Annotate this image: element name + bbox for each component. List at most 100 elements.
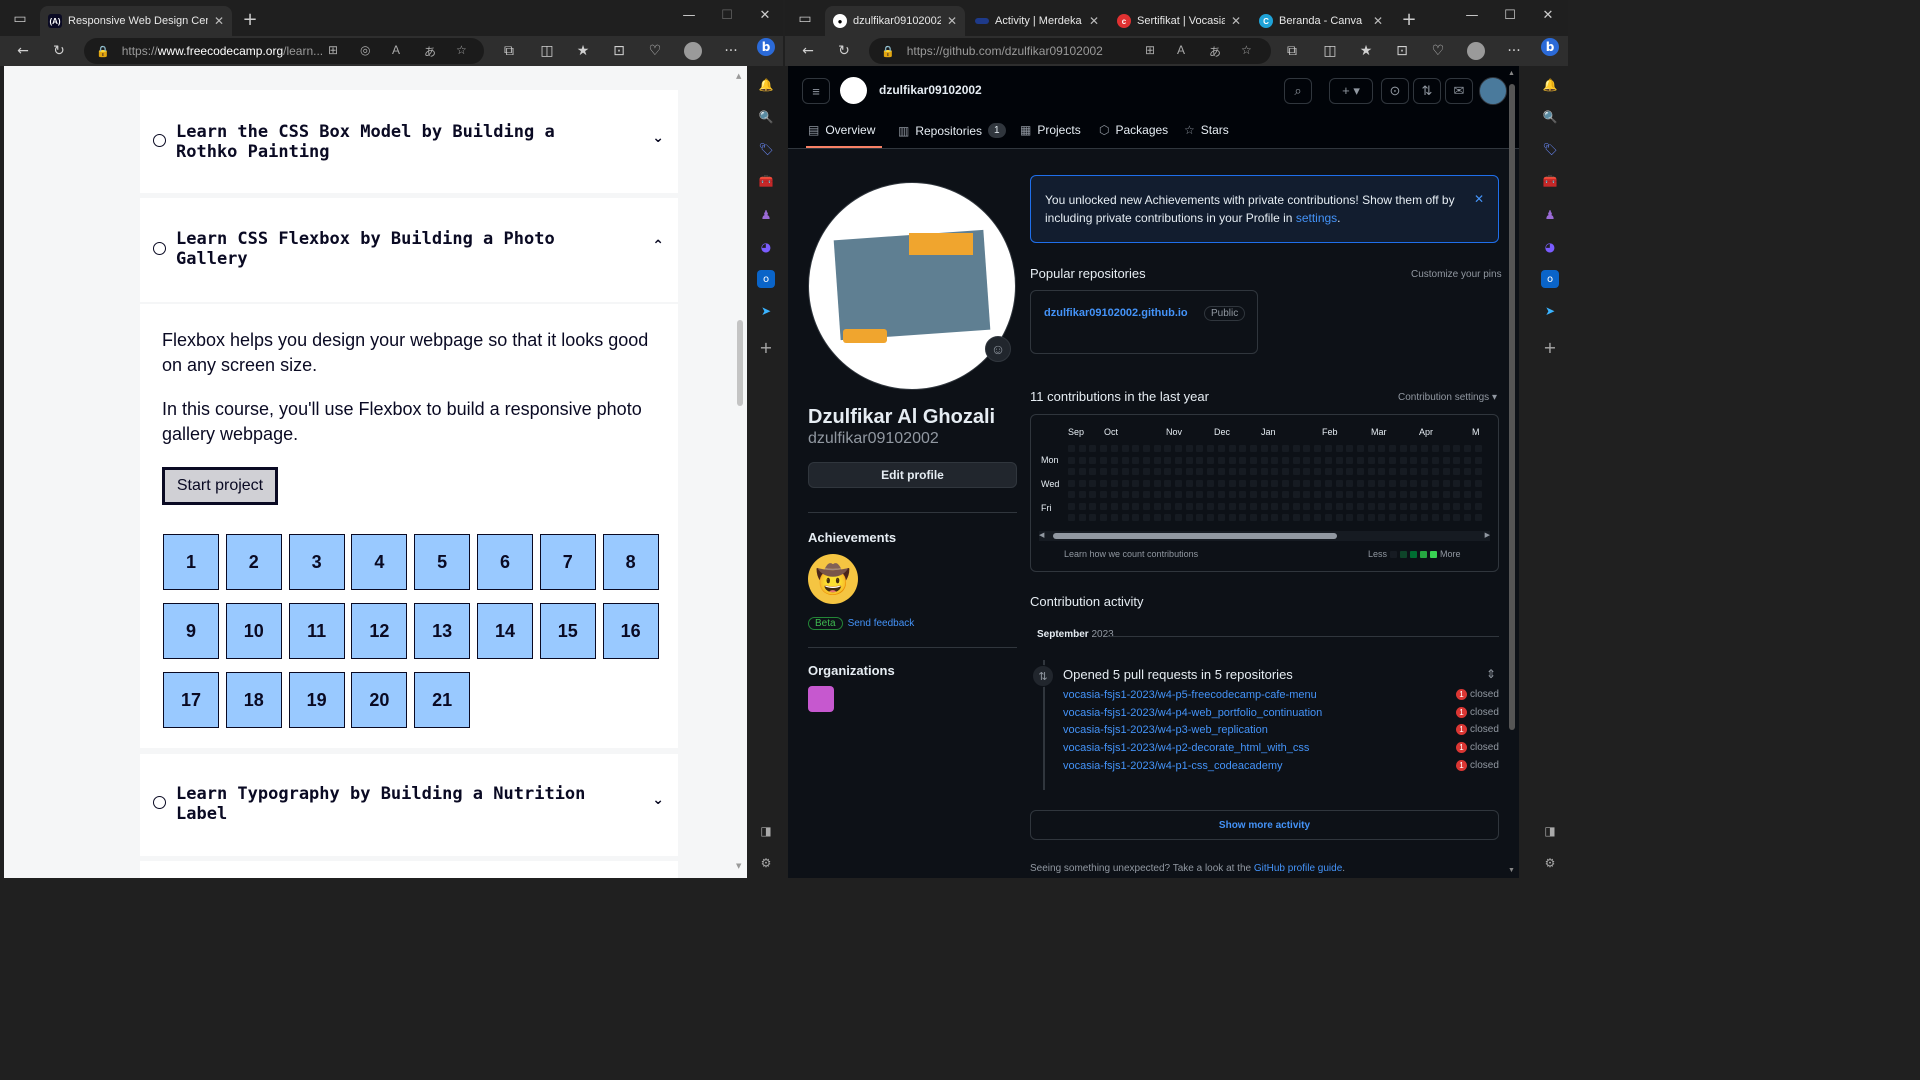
- contribution-cell[interactable]: [1100, 479, 1108, 487]
- contribution-cell[interactable]: [1292, 445, 1300, 452]
- contribution-cell[interactable]: [1249, 468, 1257, 475]
- contribution-cell[interactable]: [1175, 491, 1182, 498]
- contribution-cell[interactable]: [1367, 491, 1375, 498]
- more-menu-icon[interactable]: ···: [718, 39, 744, 63]
- contribution-cell[interactable]: [1335, 479, 1343, 487]
- contribution-cell[interactable]: [1303, 468, 1311, 475]
- split-screen-icon[interactable]: ◫: [534, 39, 560, 63]
- add-sidebar-app-icon[interactable]: +: [1541, 338, 1559, 357]
- contribution-cell[interactable]: [1164, 468, 1172, 475]
- address-bar[interactable]: 🔒 https://github.com/dzulfikar09102002 ⊞…: [869, 38, 1271, 64]
- contribution-cell[interactable]: [1110, 479, 1118, 487]
- contribution-cell[interactable]: [1292, 491, 1300, 498]
- contribution-cell[interactable]: [1335, 456, 1343, 464]
- contribution-cell[interactable]: [1314, 479, 1322, 487]
- contribution-cell[interactable]: [1110, 445, 1118, 452]
- contribution-cell[interactable]: [1303, 491, 1311, 498]
- contribution-cell[interactable]: [1421, 479, 1429, 487]
- tab-repositories[interactable]: ▥ Repositories 1: [898, 123, 1006, 138]
- read-aloud-icon[interactable]: A: [1177, 43, 1185, 57]
- contribution-cell[interactable]: [1442, 456, 1450, 464]
- contribution-cell[interactable]: [1249, 479, 1257, 487]
- contribution-cell[interactable]: [1314, 468, 1322, 475]
- contribution-cell[interactable]: [1431, 479, 1439, 487]
- contribution-cell[interactable]: [1078, 445, 1086, 452]
- notification-bell-icon[interactable]: 🔔: [757, 76, 775, 94]
- contribution-cell[interactable]: [1260, 456, 1268, 464]
- pull-request-repo-link[interactable]: vocasia-fsjs1-2023/w4-p1-css_codeacademy: [1063, 760, 1283, 772]
- contribution-cell[interactable]: [1068, 502, 1075, 510]
- contribution-cell[interactable]: [1142, 514, 1150, 521]
- contribution-cell[interactable]: [1292, 502, 1300, 510]
- scrollbar-thumb[interactable]: [1509, 84, 1515, 730]
- contribution-cell[interactable]: [1356, 502, 1364, 510]
- section-title[interactable]: Learn the CSS Box Model by Building a Ro…: [176, 122, 678, 162]
- contribution-cell[interactable]: [1421, 514, 1429, 521]
- step-button[interactable]: 3: [288, 534, 345, 590]
- contribution-cell[interactable]: [1207, 479, 1215, 487]
- contribution-cell[interactable]: [1292, 468, 1300, 475]
- contribution-cell[interactable]: [1132, 479, 1140, 487]
- contribution-cell[interactable]: [1303, 445, 1311, 452]
- contribution-cell[interactable]: [1207, 445, 1215, 452]
- tab-github[interactable]: ● dzulfikar09102002 (D ✕: [825, 6, 965, 36]
- contribution-cell[interactable]: [1292, 479, 1300, 487]
- contribution-cell[interactable]: [1335, 502, 1343, 510]
- browser-essentials-icon[interactable]: ♡: [1425, 39, 1451, 63]
- contribution-cell[interactable]: [1078, 502, 1086, 510]
- contribution-cell[interactable]: [1367, 479, 1375, 487]
- browser-essentials-icon[interactable]: ♡: [642, 39, 668, 63]
- step-button[interactable]: 1: [163, 534, 219, 590]
- hamburger-menu-icon[interactable]: ≡: [802, 78, 830, 104]
- contribution-cell[interactable]: [1431, 456, 1439, 464]
- contribution-cell[interactable]: [1068, 468, 1075, 475]
- contribution-cell[interactable]: [1431, 502, 1439, 510]
- organization-avatar[interactable]: [808, 686, 834, 712]
- contribution-cell[interactable]: [1175, 445, 1182, 452]
- contribution-cell[interactable]: [1314, 491, 1322, 498]
- contribution-cell[interactable]: [1474, 445, 1482, 452]
- contribution-cell[interactable]: [1100, 514, 1108, 521]
- contribution-cell[interactable]: [1185, 514, 1193, 521]
- contribution-cell[interactable]: [1346, 456, 1354, 464]
- games-icon[interactable]: ♟: [1541, 206, 1559, 224]
- contribution-cell[interactable]: [1463, 445, 1471, 452]
- contribution-cell[interactable]: [1399, 514, 1407, 521]
- step-button[interactable]: 6: [477, 534, 533, 590]
- contribution-cell[interactable]: [1249, 445, 1257, 452]
- scrollbar-thumb[interactable]: [737, 320, 743, 406]
- contribution-cell[interactable]: [1207, 456, 1215, 464]
- contribution-settings-dropdown[interactable]: Contribution settings ▾: [1398, 392, 1497, 403]
- collapse-icon[interactable]: ⇕: [1486, 667, 1496, 681]
- contribution-cell[interactable]: [1260, 491, 1268, 498]
- contribution-cell[interactable]: [1068, 479, 1075, 487]
- contribution-cell[interactable]: [1078, 479, 1086, 487]
- contribution-cell[interactable]: [1110, 456, 1118, 464]
- step-button[interactable]: 18: [225, 672, 282, 728]
- contribution-cell[interactable]: [1314, 445, 1322, 452]
- contribution-cell[interactable]: [1228, 468, 1236, 475]
- minimize-icon[interactable]: —: [674, 8, 704, 23]
- contribution-cell[interactable]: [1142, 491, 1150, 498]
- contribution-cell[interactable]: [1463, 491, 1471, 498]
- contribution-cell[interactable]: [1474, 491, 1482, 498]
- back-icon[interactable]: ←: [10, 39, 36, 63]
- contribution-cell[interactable]: [1078, 514, 1086, 521]
- step-button[interactable]: 13: [414, 603, 471, 659]
- contribution-cell[interactable]: [1431, 514, 1439, 521]
- contribution-cell[interactable]: [1196, 514, 1204, 521]
- contribution-cell[interactable]: [1442, 479, 1450, 487]
- contribution-cell[interactable]: [1089, 479, 1097, 487]
- contribution-cell[interactable]: [1346, 502, 1354, 510]
- contribution-cell[interactable]: [1185, 468, 1193, 475]
- contribution-cell[interactable]: [1164, 456, 1172, 464]
- contribution-cell[interactable]: [1282, 514, 1289, 521]
- section-title[interactable]: Learn CSS Flexbox by Building a Photo Ga…: [176, 229, 678, 269]
- contribution-cell[interactable]: [1132, 456, 1140, 464]
- contribution-cell[interactable]: [1164, 445, 1172, 452]
- profile-icon[interactable]: [1463, 39, 1489, 63]
- contribution-cell[interactable]: [1164, 479, 1172, 487]
- contribution-cell[interactable]: [1303, 456, 1311, 464]
- contribution-cell[interactable]: [1356, 445, 1364, 452]
- contribution-cell[interactable]: [1271, 491, 1279, 498]
